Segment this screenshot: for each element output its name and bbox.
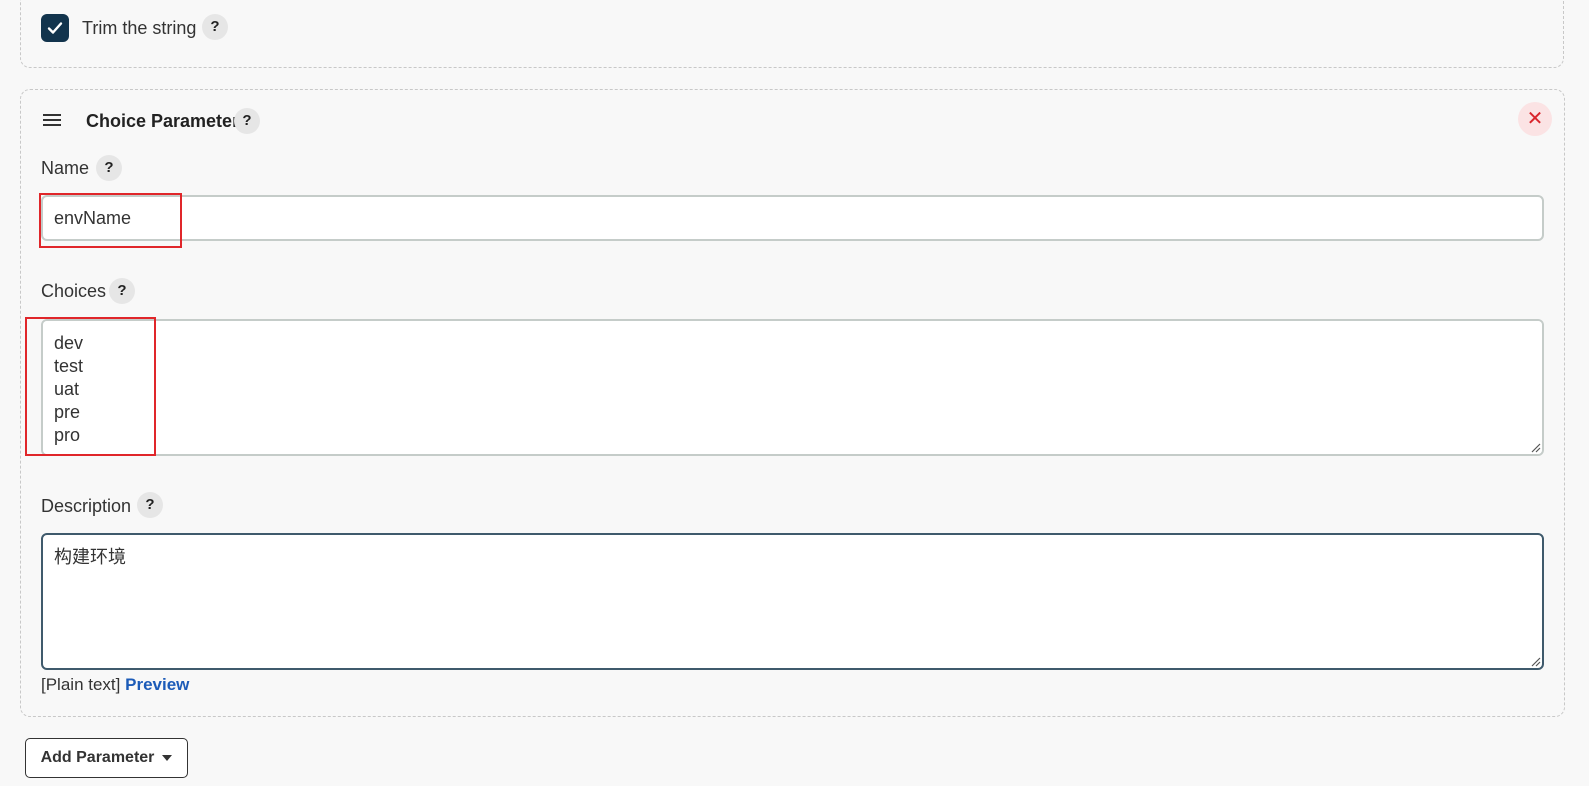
trim-string-help-icon[interactable]: ? xyxy=(202,14,228,40)
name-input[interactable] xyxy=(41,195,1544,241)
description-label: Description xyxy=(41,496,132,516)
add-parameter-button[interactable]: Add Parameter xyxy=(25,738,188,778)
caret-down-icon xyxy=(162,755,173,761)
hamburger-icon xyxy=(43,114,61,126)
drag-handle-icon[interactable] xyxy=(42,112,62,128)
delete-parameter-button[interactable]: ✕ xyxy=(1518,102,1552,136)
choices-label: Choices xyxy=(41,281,107,301)
trim-string-label: Trim the string xyxy=(82,18,197,38)
close-icon: ✕ xyxy=(1526,108,1544,130)
choices-textarea[interactable]: dev test uat pre pro xyxy=(41,319,1544,456)
name-help-icon[interactable]: ? xyxy=(96,155,122,181)
choices-help-icon[interactable]: ? xyxy=(109,278,135,304)
plain-text-label: [Plain text] xyxy=(41,675,121,694)
preview-link[interactable]: Preview xyxy=(125,675,189,694)
name-label: Name xyxy=(41,158,90,178)
choice-parameter-help-icon[interactable]: ? xyxy=(234,108,260,134)
description-help-icon[interactable]: ? xyxy=(137,492,163,518)
add-parameter-label: Add Parameter xyxy=(40,749,155,766)
previous-parameter-block xyxy=(20,0,1564,68)
choice-parameter-title: Choice Parameter xyxy=(86,111,240,131)
description-textarea[interactable]: 构建环境 xyxy=(41,533,1544,670)
description-format-line: [Plain text] Preview xyxy=(41,674,189,696)
checkmark-icon xyxy=(47,22,63,34)
page: Trim the string ? Choice Parameter ? ✕ N… xyxy=(0,0,1589,786)
trim-string-checkbox[interactable] xyxy=(41,14,69,42)
